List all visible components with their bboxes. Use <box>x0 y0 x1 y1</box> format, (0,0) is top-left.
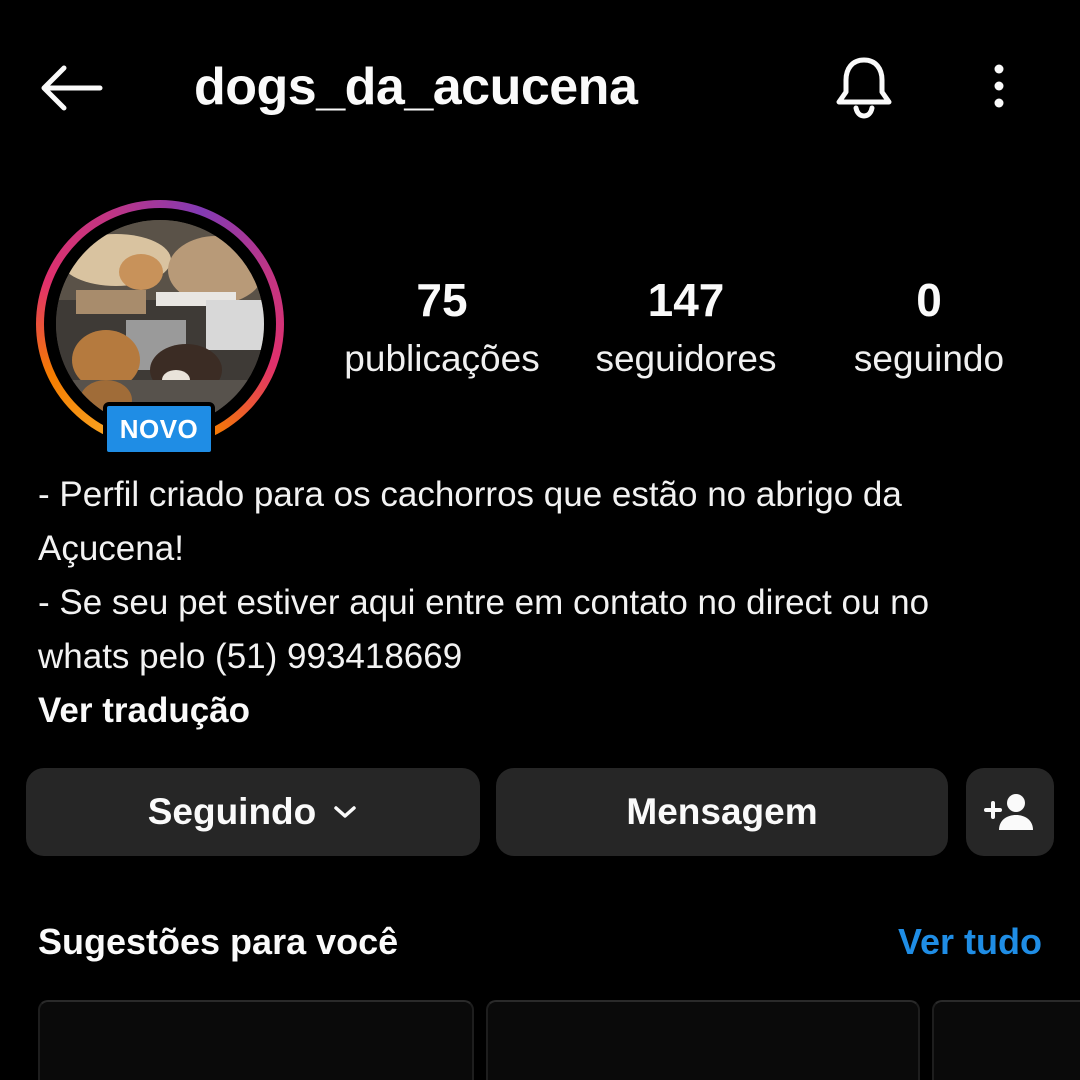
avatar-photo <box>56 220 264 428</box>
bio-line: whats pelo (51) 993418669 <box>38 637 463 676</box>
see-translation-link[interactable]: Ver tradução <box>38 684 250 738</box>
profile-screen: dogs_da_acucena NOVO 75 publicações 147 … <box>0 0 1080 1080</box>
new-badge: NOVO <box>103 402 215 456</box>
profile-bio: - Perfil criado para os cachorros que es… <box>38 468 1058 684</box>
posts-count: 75 <box>416 274 468 326</box>
suggestion-card[interactable] <box>932 1000 1080 1080</box>
followers-label: seguidores <box>595 338 777 379</box>
following-count: 0 <box>916 274 942 326</box>
posts-label: publicações <box>344 338 540 379</box>
suggestions-title: Sugestões para você <box>38 921 399 962</box>
back-arrow-icon[interactable] <box>38 64 104 112</box>
following-button-label: Seguindo <box>147 791 317 832</box>
followers-count: 147 <box>647 274 725 326</box>
chevron-down-icon <box>334 806 357 818</box>
bio-line: - Perfil criado para os cachorros que es… <box>38 475 902 514</box>
message-button-label: Mensagem <box>626 791 818 832</box>
avatar <box>56 220 264 428</box>
following-stat[interactable]: 0 seguindo <box>836 272 1022 384</box>
more-options-icon[interactable] <box>984 62 1014 110</box>
add-person-button[interactable] <box>966 768 1054 856</box>
suggestion-card[interactable] <box>38 1000 474 1080</box>
profile-username: dogs_da_acucena <box>194 58 638 116</box>
add-person-icon <box>984 794 1033 830</box>
bio-line: Açucena! <box>38 529 184 568</box>
following-label: seguindo <box>853 338 1005 379</box>
see-all-link[interactable]: Ver tudo <box>898 916 1042 968</box>
bell-icon[interactable] <box>832 54 896 120</box>
message-button[interactable]: Mensagem <box>496 768 948 856</box>
posts-stat[interactable]: 75 publicações <box>332 272 552 384</box>
suggestion-card[interactable] <box>486 1000 920 1080</box>
following-button[interactable]: Seguindo <box>26 768 480 856</box>
bio-line: - Se seu pet estiver aqui entre em conta… <box>38 583 930 622</box>
followers-stat[interactable]: 147 seguidores <box>580 272 792 384</box>
